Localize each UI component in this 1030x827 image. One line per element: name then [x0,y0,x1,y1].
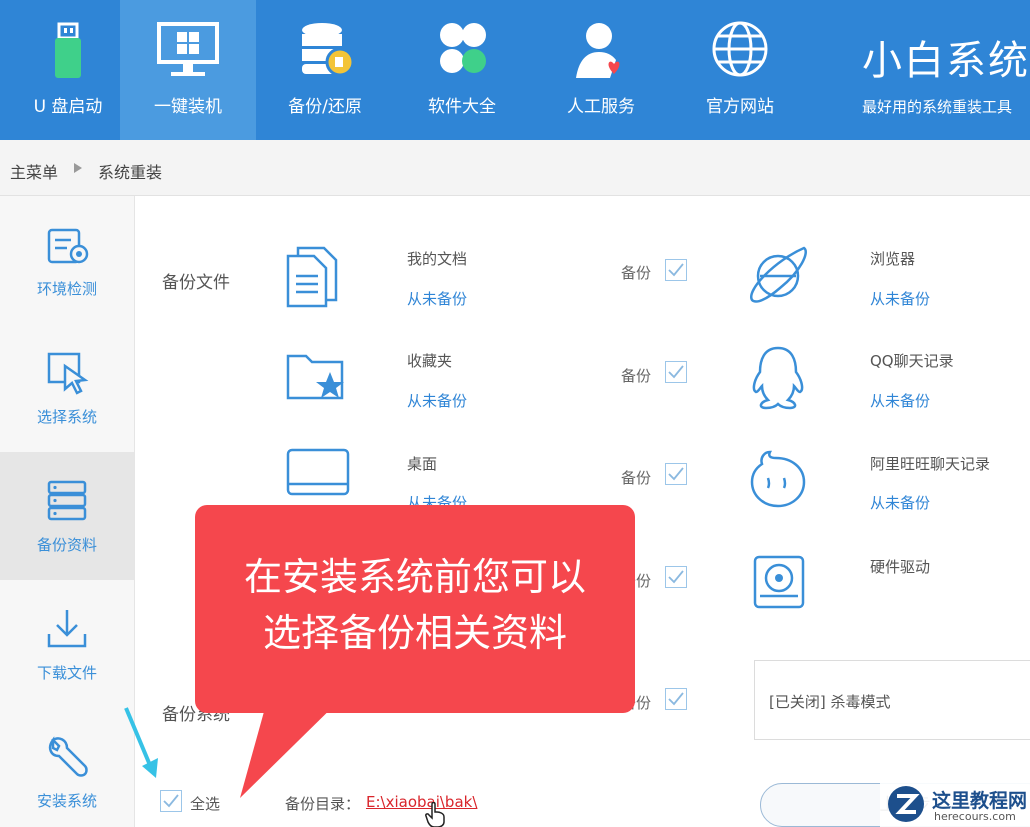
backup-files-label: 备份文件 [162,273,230,293]
globe-icon [712,21,768,77]
item-status-documents: 从未备份 [407,290,468,308]
nav-human-service[interactable]: 人工服务 [533,0,669,140]
hardware-driver-icon [753,555,805,609]
sidebar-item-select-system-label: 选择系统 [36,408,97,426]
nav-official-site[interactable]: 官方网站 [672,0,808,140]
watermark-logo-icon [888,786,924,822]
sidebar-item-download-label: 下载文件 [36,664,97,682]
item-name-favorites: 收藏夹 [407,352,453,370]
monitor-windows-icon [157,22,219,76]
support-person-icon [576,23,620,78]
nav-official-site-label: 官方网站 [706,97,774,117]
backup-dir-link[interactable]: E:\xiaobai\bak\ [366,793,477,811]
desktop-icon [286,448,350,496]
install-wrench-icon [48,736,88,777]
tooltip-line-2: 选择备份相关资料 [262,611,567,655]
favorites-folder-icon [286,354,344,400]
cyan-arrow-icon [124,707,158,778]
breadcrumb-arrow-icon [74,163,82,173]
watermark-url: herecours.com [934,810,1016,823]
checkbox-documents[interactable] [665,259,687,281]
sidebar: 环境检测 选择系统 备份资料 下载文件 安装系统 [0,196,135,827]
nav-software-label: 软件大全 [428,97,496,117]
breadcrumb-root[interactable]: 主菜单 [10,159,58,183]
item-name-browser: 浏览器 [870,250,916,268]
breadcrumb: 主菜单 系统重装 [0,140,1030,196]
sidebar-item-install[interactable]: 安装系统 [0,708,134,827]
checkbox-favorites[interactable] [665,361,687,383]
tooltip-line-1: 在安装系统前您可以 [243,555,586,599]
item-name-desktop: 桌面 [407,455,438,473]
check-icon [668,263,684,277]
tutorial-tooltip: 在安装系统前您可以 选择备份相关资料 [195,505,635,713]
check-icon [668,570,684,584]
sidebar-item-backup-data-label: 备份资料 [36,536,97,554]
checkbox-backup-system[interactable] [665,688,687,710]
sidebar-item-install-label: 安装系统 [36,792,97,810]
sidebar-item-select-system[interactable]: 选择系统 [0,324,134,452]
brand-slogan: 最好用的系统重装工具 [862,98,1013,116]
backup-label-desktop: 备份 [621,469,652,487]
item-status-aliwangwang: 从未备份 [870,494,931,512]
item-status-favorites: 从未备份 [407,392,468,410]
download-icon [47,610,87,648]
usb-drive-icon [55,22,81,78]
sidebar-item-download[interactable]: 下载文件 [0,580,134,708]
select-system-icon [47,352,89,395]
item-name-documents: 我的文档 [407,250,468,268]
brand-title: 小白系统 [862,38,1030,84]
database-backup-icon [302,23,355,77]
backup-label-documents: 备份 [621,264,652,282]
antivirus-mode-box[interactable]: [已关闭] 杀毒模式 [754,660,1030,740]
nav-one-click-install[interactable]: 一键装机 [120,0,256,140]
item-name-qq: QQ聊天记录 [870,352,954,370]
nav-human-service-label: 人工服务 [567,97,635,117]
env-check-icon [47,228,89,264]
nav-backup-restore-label: 备份/还原 [288,97,362,117]
check-icon [668,365,684,379]
antivirus-mode-text: [已关闭] 杀毒模式 [769,693,891,711]
select-all-checkbox[interactable] [160,790,182,812]
watermark-title: 这里教程网 [932,790,1028,812]
sidebar-item-env-check-label: 环境检测 [36,280,97,298]
nav-software[interactable]: 软件大全 [394,0,530,140]
top-navigation-bar: U 盘启动 一键装机 备份/还原 软件大全 人工服务 官方网站 小白系统 最好用… [0,0,1030,140]
breadcrumb-current: 系统重装 [98,163,163,182]
check-icon [668,692,684,706]
apps-grid-icon [440,23,486,73]
brand: 小白系统 最好用的系统重装工具 [862,28,1030,117]
check-icon [163,794,179,808]
sidebar-item-backup-data[interactable]: 备份资料 [0,452,134,580]
backup-label-favorites: 备份 [621,367,652,385]
backup-data-icon [47,480,87,521]
aliwangwang-icon [750,450,806,508]
nav-backup-restore[interactable]: 备份/还原 [257,0,393,140]
select-all-label: 全选 [190,795,221,813]
nav-usb-boot-label: U 盘启动 [33,97,103,117]
documents-icon [286,246,338,308]
item-name-aliwangwang: 阿里旺旺聊天记录 [870,455,991,473]
checkbox-desktop[interactable] [665,463,687,485]
nav-usb-boot[interactable]: U 盘启动 [0,0,136,140]
item-name-hardware-driver: 硬件驱动 [870,558,931,576]
qq-icon [752,346,804,410]
browser-icon [750,246,807,303]
nav-one-click-install-label: 一键装机 [154,97,222,117]
item-status-browser: 从未备份 [870,290,931,308]
hand-cursor-icon [425,802,445,827]
watermark: 这里教程网 herecours.com [880,780,1030,827]
sidebar-item-env-check[interactable]: 环境检测 [0,196,134,324]
check-icon [668,467,684,481]
item-status-qq: 从未备份 [870,392,931,410]
checkbox-hidden-row[interactable] [665,566,687,588]
